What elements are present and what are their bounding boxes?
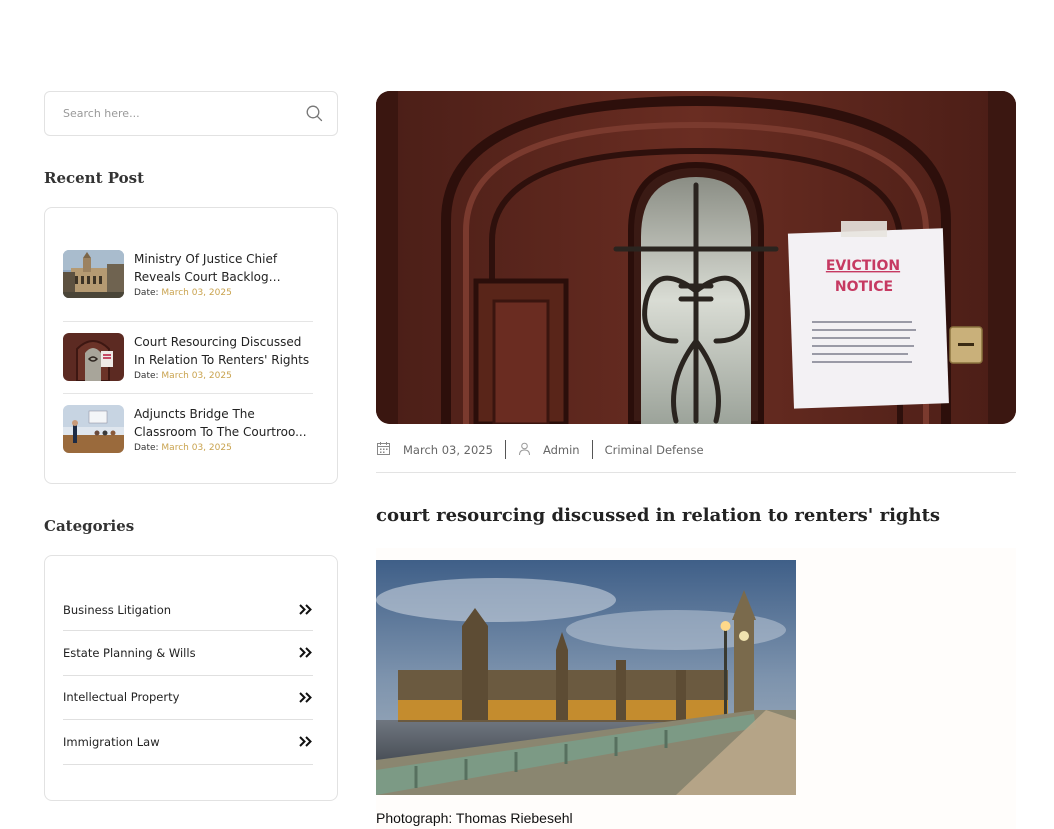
article-photo-parliament xyxy=(376,560,796,795)
recent-post-date: Date: March 03, 2025 xyxy=(134,443,313,453)
search-box xyxy=(44,91,338,136)
category-label: Immigration Law xyxy=(63,734,160,749)
categories-heading: Categories xyxy=(44,517,135,535)
recent-post-panel: Ministry Of Justice Chief Reveals Court … xyxy=(44,207,338,484)
post-thumbnail-door[interactable] xyxy=(63,333,124,381)
category-label: Intellectual Property xyxy=(63,690,180,705)
eviction-sign-line-2: NOTICE xyxy=(835,279,893,295)
recent-post-date: Date: March 03, 2025 xyxy=(134,288,313,298)
article-meta: March 03, 2025 Admin Criminal Defense xyxy=(376,440,1016,473)
recent-post-item[interactable]: Ministry Of Justice Chief Reveals Court … xyxy=(63,250,313,322)
double-chevron-right-icon xyxy=(299,604,313,616)
recent-post-title[interactable]: Adjuncts Bridge The Classroom To The Cou… xyxy=(134,405,313,441)
eviction-sign-line-1: EVICTION xyxy=(826,258,900,274)
meta-category-text[interactable]: Criminal Defense xyxy=(605,443,704,457)
double-chevron-right-icon xyxy=(299,691,313,703)
category-label: Estate Planning & Wills xyxy=(63,645,196,660)
recent-post-date: Date: March 03, 2025 xyxy=(134,371,313,381)
meta-date-text: March 03, 2025 xyxy=(403,443,493,457)
post-thumbnail-classroom[interactable] xyxy=(63,405,124,453)
meta-divider xyxy=(504,440,506,459)
meta-author-text[interactable]: Admin xyxy=(543,443,580,457)
category-intellectual-property[interactable]: Intellectual Property xyxy=(63,676,313,720)
meta-category[interactable]: Criminal Defense xyxy=(605,440,704,460)
search-icon[interactable] xyxy=(305,105,323,123)
article-title: court resourcing discussed in relation t… xyxy=(376,505,941,526)
photo-caption: Photograph: Thomas Riebesehl xyxy=(376,810,573,826)
date-value: March 03, 2025 xyxy=(161,288,232,298)
date-value: March 03, 2025 xyxy=(161,443,232,453)
category-estate-planning-wills[interactable]: Estate Planning & Wills xyxy=(63,631,313,676)
date-label: Date: xyxy=(134,443,159,453)
meta-author[interactable]: Admin xyxy=(518,440,580,460)
date-label: Date: xyxy=(134,288,159,298)
category-immigration-law[interactable]: Immigration Law xyxy=(63,720,313,765)
article-hero-image: EVICTION NOTICE xyxy=(376,91,1016,424)
recent-post-item[interactable]: Adjuncts Bridge The Classroom To The Cou… xyxy=(63,394,313,466)
calendar-icon xyxy=(376,441,391,459)
categories-panel: Business Litigation Estate Planning & Wi… xyxy=(44,555,338,801)
user-icon xyxy=(518,442,531,459)
meta-divider xyxy=(591,440,593,459)
recent-post-title[interactable]: Ministry Of Justice Chief Reveals Court … xyxy=(134,250,313,286)
date-value: March 03, 2025 xyxy=(161,371,232,381)
search-input[interactable] xyxy=(63,107,305,120)
post-thumbnail-court-building[interactable] xyxy=(63,250,124,298)
double-chevron-right-icon xyxy=(299,647,313,659)
meta-date: March 03, 2025 xyxy=(376,440,493,460)
category-business-litigation[interactable]: Business Litigation xyxy=(63,589,313,631)
category-label: Business Litigation xyxy=(63,602,172,617)
recent-post-title[interactable]: Court Resourcing Discussed In Relation T… xyxy=(134,333,313,369)
recent-post-heading: Recent Post xyxy=(44,169,144,187)
recent-post-item[interactable]: Court Resourcing Discussed In Relation T… xyxy=(63,322,313,394)
date-label: Date: xyxy=(134,371,159,381)
double-chevron-right-icon xyxy=(299,736,313,748)
